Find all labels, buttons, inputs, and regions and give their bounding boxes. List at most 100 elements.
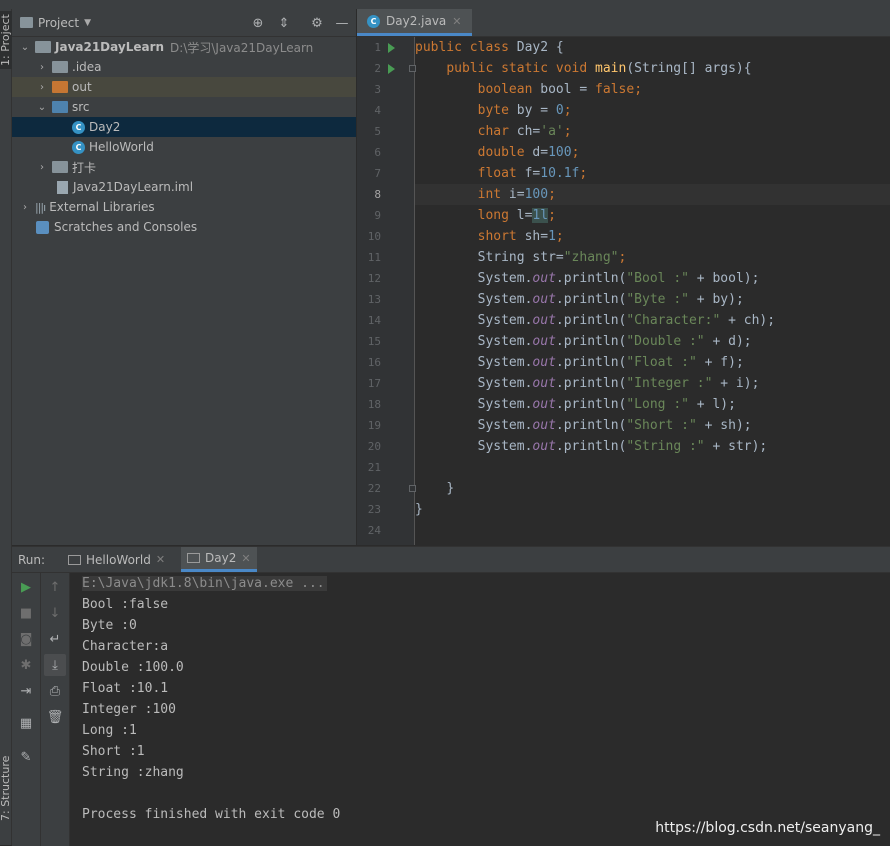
code-line: System.out.println("Byte :" + by); (477, 292, 744, 307)
project-view-selector[interactable]: Project ▼ (20, 16, 91, 30)
line-number: 3 (374, 83, 381, 96)
run-tab-day2[interactable]: Day2 ✕ (181, 547, 257, 572)
line-number: 20 (367, 440, 381, 453)
editor: C Day2.java ✕ 1 2 3 4 5 6 7 8 9 10 11 12 13 14 15 16 17 1… (357, 9, 890, 545)
tree-item-label: Day2 (89, 120, 121, 134)
chevron-down-icon: ▼ (84, 17, 91, 28)
code-line: System.out.println("Bool :" + bool); (477, 271, 760, 286)
line-number: 4 (374, 104, 381, 117)
tree-item-label: .idea (72, 60, 102, 74)
line-number: 18 (367, 398, 381, 411)
close-icon[interactable]: ✕ (241, 552, 250, 565)
console-line: Short :1 (82, 744, 145, 759)
tree-item-label: Java21DayLearn (55, 40, 165, 54)
tree-item-daka[interactable]: › 打卡 (12, 157, 356, 177)
code-line-current: int i=100; (415, 184, 890, 205)
close-icon[interactable]: ✕ (452, 15, 461, 28)
run-panel: Run: HelloWorld ✕ Day2 ✕ ▶ ■ ◙ ✱ ⇥ ▦ ✎ ↑… (12, 546, 890, 846)
close-icon[interactable]: ✕ (156, 553, 165, 566)
line-number: 24 (367, 524, 381, 537)
console-output[interactable]: E:\Java\jdk1.8\bin\java.exe ... Bool :fa… (82, 573, 890, 846)
tree-item-out[interactable]: › out (12, 77, 356, 97)
run-tab-helloworld[interactable]: HelloWorld ✕ (62, 547, 171, 572)
chevron-down-icon[interactable]: ⌄ (37, 102, 47, 113)
excluded-folder-icon (52, 81, 68, 93)
console-line: Long :1 (82, 723, 137, 738)
tree-item-label: Scratches and Consoles (54, 220, 198, 234)
chevron-right-icon[interactable]: › (37, 82, 47, 93)
chevron-right-icon[interactable]: › (37, 162, 47, 173)
tree-item-idea[interactable]: › .idea (12, 57, 356, 77)
editor-tab-label: Day2.java (386, 14, 447, 28)
chevron-right-icon[interactable]: › (37, 62, 47, 73)
editor-tab-bar: C Day2.java ✕ (357, 9, 890, 37)
line-number: 8 (374, 188, 381, 201)
code-line: boolean bool = false; (477, 82, 643, 97)
run-main-icon[interactable] (388, 64, 395, 74)
iml-file-icon (57, 180, 68, 194)
libraries-icon: |||ı (35, 200, 46, 214)
line-number: 11 (367, 251, 381, 264)
structure-tool-tab[interactable]: 7: Structure (0, 756, 12, 821)
run-toolbar-primary: ▶ ■ ◙ ✱ ⇥ ▦ ✎ (12, 573, 41, 846)
tree-item-project-root[interactable]: ⌄ Java21DayLearn D:\学习\Java21DayLearn (12, 37, 356, 57)
console-line: String :zhang (82, 765, 184, 780)
line-number: 13 (367, 293, 381, 306)
arrow-down-icon[interactable]: ↓ (47, 605, 63, 621)
console-command: E:\Java\jdk1.8\bin\java.exe ... (82, 576, 327, 591)
project-panel: Project ▼ ⊕ ⇕ ⚙ — ⌄ Java21DayLearn D:\学习… (12, 9, 357, 545)
gear-icon[interactable]: ⚙ (309, 15, 325, 31)
camera-icon[interactable]: ◙ (18, 631, 34, 647)
project-tool-tab[interactable]: 1: Project (0, 11, 12, 69)
java-class-icon: C (72, 120, 85, 134)
tree-item-external-libraries[interactable]: › |||ı External Libraries (12, 197, 356, 217)
console-line: Float :10.1 (82, 681, 169, 696)
tree-item-iml[interactable]: Java21DayLearn.iml (12, 177, 356, 197)
code-line: } (446, 481, 455, 496)
line-number: 21 (367, 461, 381, 474)
pin-icon[interactable]: ✎ (18, 749, 34, 765)
chevron-right-icon[interactable]: › (20, 202, 30, 213)
print-icon[interactable]: ⎙ (47, 683, 63, 699)
code-line: System.out.println("Double :" + d); (477, 334, 752, 349)
tree-item-helloworld[interactable]: C HelloWorld (12, 137, 356, 157)
tree-item-label: HelloWorld (89, 140, 154, 154)
locate-icon[interactable]: ⊕ (250, 15, 266, 31)
watermark: https://blog.csdn.net/seanyang_ (655, 820, 880, 836)
left-tool-stripe: 1: Project 7: Structure (0, 9, 12, 845)
code-line: public class Day2 { (415, 40, 564, 55)
terminal-icon (68, 554, 81, 565)
line-number: 5 (374, 125, 381, 138)
console-line: Character:a (82, 639, 169, 654)
code-line: System.out.println("Integer :" + i); (477, 376, 760, 391)
code-line: long l=1l; (477, 208, 556, 223)
stop-icon[interactable]: ■ (18, 605, 34, 621)
project-title: Project (38, 15, 80, 30)
editor-tab-day2[interactable]: C Day2.java ✕ (357, 9, 472, 36)
code-line: System.out.println("Character:" + ch); (477, 313, 776, 328)
tree-item-src[interactable]: ⌄ src (12, 97, 356, 117)
tree-item-label: 打卡 (72, 160, 97, 175)
chevron-down-icon[interactable]: ⌄ (20, 42, 30, 53)
trash-icon[interactable]: 🗑 (47, 709, 64, 725)
code-line: double d=100; (477, 145, 580, 160)
tree-item-scratches[interactable]: Scratches and Consoles (12, 217, 356, 237)
run-class-icon[interactable] (388, 43, 395, 53)
collapse-all-icon[interactable]: ⇕ (276, 15, 292, 31)
line-number: 10 (367, 230, 381, 243)
code-area[interactable]: public class Day2 { public static void m… (415, 37, 890, 545)
debug-icon[interactable]: ✱ (18, 657, 34, 673)
soft-wrap-icon[interactable]: ↵ (47, 631, 63, 647)
scroll-to-end-icon[interactable]: ⤓ (44, 654, 66, 676)
java-class-icon: C (72, 140, 85, 154)
layout-icon[interactable]: ▦ (18, 715, 34, 731)
rerun-icon[interactable]: ▶ (18, 579, 34, 595)
line-number: 14 (367, 314, 381, 327)
line-number: 6 (374, 146, 381, 159)
exit-icon[interactable]: ⇥ (18, 683, 34, 699)
folder-icon (52, 161, 68, 173)
minimize-icon[interactable]: — (334, 15, 350, 31)
code-line: String str="zhang"; (477, 250, 627, 265)
tree-item-day2[interactable]: C Day2 (12, 117, 356, 137)
arrow-up-icon[interactable]: ↑ (47, 579, 63, 595)
